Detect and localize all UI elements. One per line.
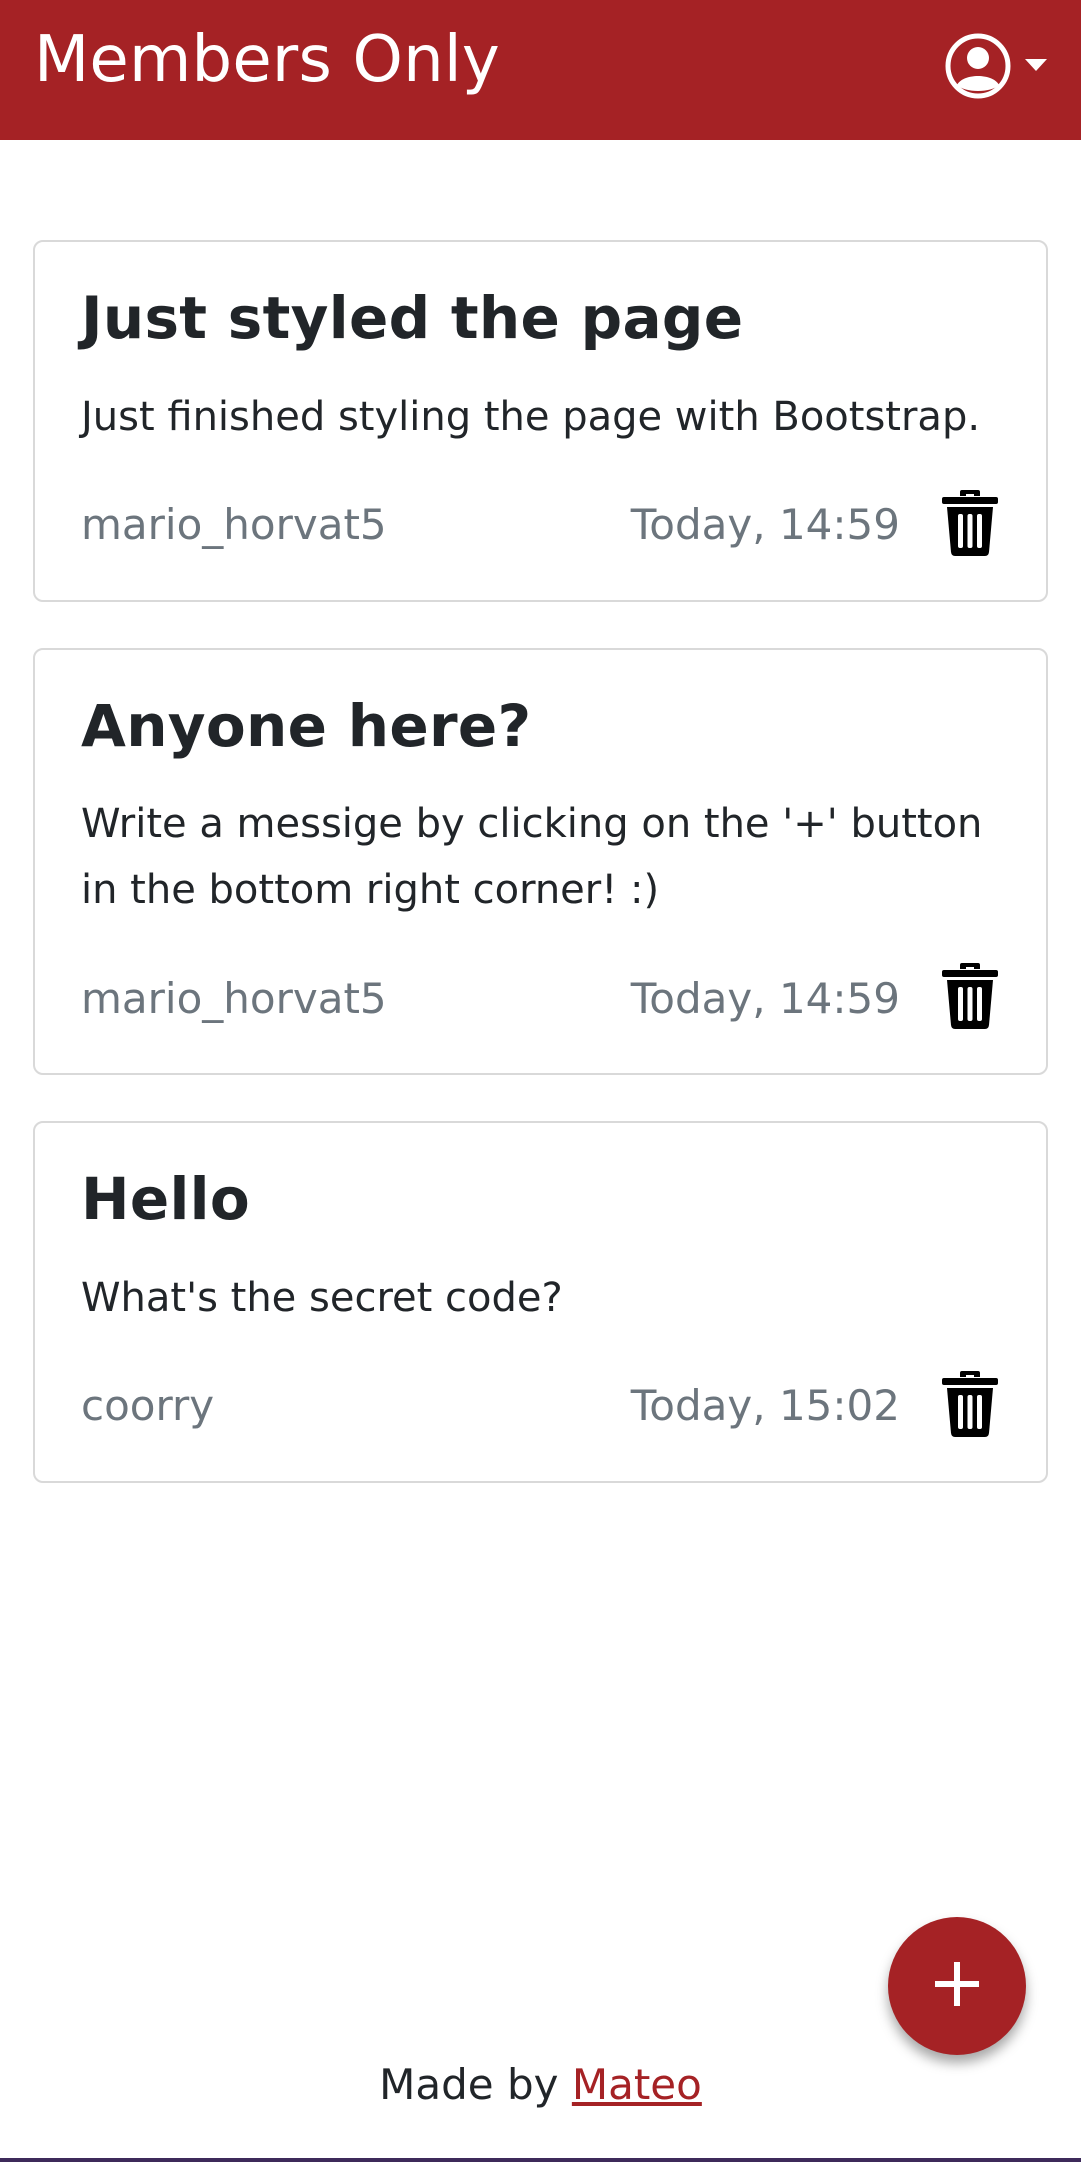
post-author: coorry: [81, 1381, 215, 1431]
post-body: Write a messige by clicking on the '+' b…: [81, 801, 983, 914]
post-author: mario_horvat5: [81, 500, 387, 550]
footer-prefix: Made by: [379, 2060, 572, 2109]
trash-icon[interactable]: [940, 489, 1000, 560]
post-author: mario_horvat5: [81, 973, 387, 1023]
plus-icon: [935, 1962, 979, 2010]
user-menu-toggle[interactable]: [945, 33, 1047, 99]
post-title: Just styled the page: [81, 284, 744, 352]
trash-icon[interactable]: [940, 963, 1000, 1033]
trash-icon[interactable]: [940, 1370, 1000, 1441]
post-title: Anyone here?: [81, 691, 532, 760]
post-time: Today, 14:59: [630, 973, 900, 1023]
post-title: Hello: [81, 1165, 250, 1234]
post-body: What's the secret code?: [81, 1274, 563, 1321]
navbar: Members Only: [0, 0, 1081, 140]
caret-down-icon: [1025, 59, 1047, 73]
post-body: Just finished styling the page with Boot…: [81, 393, 981, 440]
post-footer: mario_horvat5 Today, 14:59: [81, 963, 1000, 1033]
page-footer: Made by Mateo: [0, 2060, 1081, 2109]
post-footer: coorry Today, 15:02: [81, 1370, 1000, 1441]
new-post-button[interactable]: [888, 1917, 1026, 2055]
post-footer: mario_horvat5 Today, 14:59: [81, 489, 1000, 560]
post-time: Today, 14:59: [630, 500, 900, 550]
post-time: Today, 15:02: [630, 1381, 900, 1431]
post-list: Just styled the page Just finished styli…: [33, 240, 1048, 1529]
post-card: Just styled the page Just finished styli…: [33, 240, 1048, 602]
post-card: Anyone here? Write a messige by clicking…: [33, 647, 1048, 1076]
user-circle-icon: [945, 33, 1011, 99]
author-link[interactable]: Mateo: [572, 2060, 702, 2109]
brand-title[interactable]: Members Only: [34, 28, 500, 92]
post-card: Hello What's the secret code? coorry Tod…: [33, 1121, 1048, 1483]
bottom-divider: [0, 2158, 1081, 2162]
